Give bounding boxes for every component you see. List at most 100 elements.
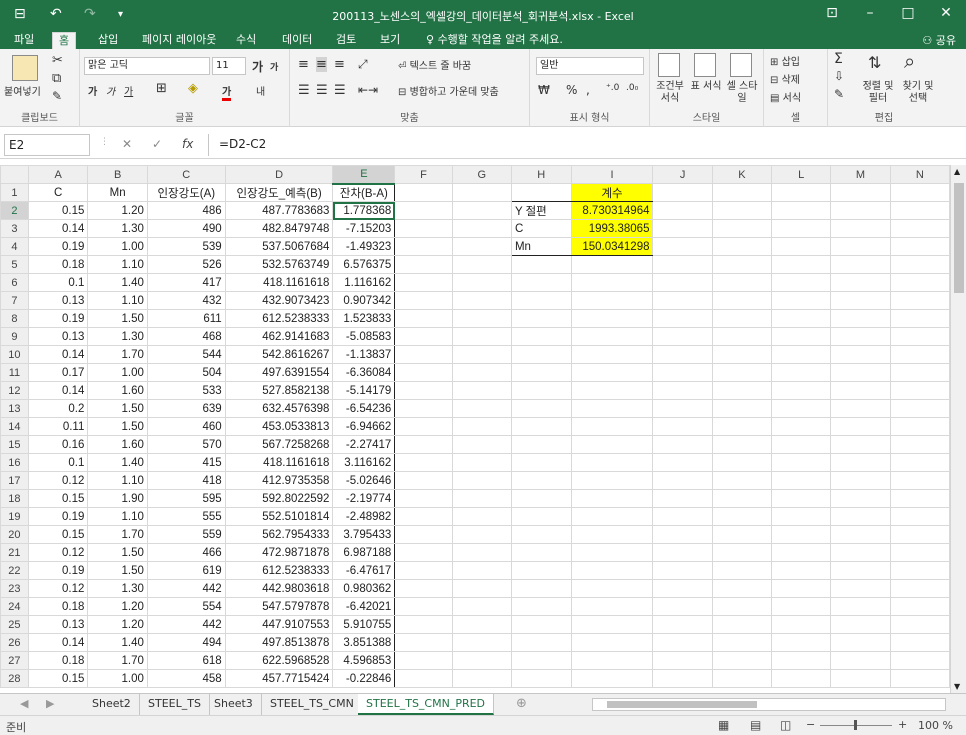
cell[interactable] <box>394 309 453 328</box>
cell[interactable] <box>711 399 773 418</box>
cell[interactable]: 526 <box>146 255 226 274</box>
cell[interactable]: 542.8616267 <box>224 345 334 364</box>
orientation-icon[interactable]: ⤢ <box>358 57 368 72</box>
cell[interactable] <box>711 579 773 598</box>
cell[interactable] <box>394 633 453 652</box>
find-select-icon[interactable]: ⌕ <box>904 49 915 73</box>
cell[interactable] <box>570 597 654 616</box>
cell[interactable]: 0.980362 <box>332 579 396 598</box>
clear-icon[interactable]: ✎ <box>834 87 844 101</box>
conditional-format-label[interactable]: 조건부 서식 <box>652 81 688 105</box>
fill-icon[interactable]: ⇩ <box>834 69 844 83</box>
cell[interactable]: 1.40 <box>87 453 148 472</box>
cell[interactable] <box>830 579 891 598</box>
cell[interactable] <box>451 381 512 400</box>
cell[interactable]: 1.30 <box>87 219 148 238</box>
cell[interactable]: 457.7715424 <box>224 669 334 688</box>
cell[interactable] <box>889 579 950 598</box>
cell[interactable] <box>771 489 832 508</box>
cell[interactable] <box>889 399 950 418</box>
cell[interactable]: 559 <box>146 525 226 544</box>
accounting-icon[interactable]: ₩ <box>538 83 550 97</box>
cell[interactable] <box>510 399 572 418</box>
cell[interactable]: 504 <box>146 363 226 382</box>
cell[interactable]: 544 <box>146 345 226 364</box>
row-header[interactable]: 19 <box>0 507 29 526</box>
delete-cells-button[interactable]: ⊟ 삭제 <box>770 71 800 86</box>
cell[interactable] <box>711 561 773 580</box>
cell[interactable] <box>652 543 713 562</box>
cell[interactable] <box>771 273 832 292</box>
autosum-icon[interactable]: Σ <box>834 51 843 67</box>
cell[interactable]: 1.20 <box>87 597 148 616</box>
cell[interactable] <box>510 327 572 346</box>
cell[interactable]: 417 <box>146 273 226 292</box>
cell[interactable] <box>510 651 572 670</box>
cell[interactable]: 4.596853 <box>332 651 396 670</box>
column-header[interactable]: D <box>224 165 334 184</box>
cell[interactable]: -5.02646 <box>332 471 396 490</box>
cell[interactable] <box>771 669 832 688</box>
cell[interactable] <box>771 435 832 454</box>
cut-icon[interactable]: ✂ <box>52 53 63 68</box>
find-select-label[interactable]: 찾기 및 선택 <box>898 81 938 105</box>
coef-label-cell[interactable]: Y 절편 <box>510 201 572 220</box>
spreadsheet-grid[interactable]: A B C D E F G H I J K L M N 1 C Mn 인장강도(A) 인… <box>0 165 950 693</box>
column-header[interactable]: A <box>27 165 89 184</box>
cell[interactable] <box>394 183 453 202</box>
cell[interactable] <box>394 507 453 526</box>
cell[interactable] <box>771 399 832 418</box>
cell[interactable]: 0.19 <box>27 237 89 256</box>
cell[interactable]: 432.9073423 <box>224 291 334 310</box>
cell[interactable]: 0.907342 <box>332 291 396 310</box>
cell[interactable] <box>394 219 453 238</box>
cell[interactable] <box>652 381 713 400</box>
cell[interactable] <box>394 417 453 436</box>
ribbon-display-options-icon[interactable]: ⊡ <box>812 5 852 21</box>
cell[interactable] <box>510 345 572 364</box>
cell[interactable]: 6.987188 <box>332 543 396 562</box>
column-header[interactable]: C <box>146 165 226 184</box>
tab-view[interactable]: 보기 <box>374 32 406 49</box>
cell[interactable] <box>394 543 453 562</box>
cell[interactable] <box>451 489 512 508</box>
row-header[interactable]: 1 <box>0 183 29 202</box>
cell[interactable] <box>830 273 891 292</box>
cell[interactable] <box>711 453 773 472</box>
cell[interactable] <box>830 543 891 562</box>
cell[interactable]: 494 <box>146 633 226 652</box>
cell[interactable] <box>510 507 572 526</box>
cell[interactable]: 1.50 <box>87 399 148 418</box>
cell[interactable]: 0.15 <box>27 525 89 544</box>
phonetic-icon[interactable]: 내 <box>256 83 265 98</box>
page-layout-view-icon[interactable]: ▤ <box>750 718 761 732</box>
cell[interactable]: 0.2 <box>27 399 89 418</box>
tab-home[interactable]: 홈 <box>52 32 77 49</box>
percent-icon[interactable]: % <box>566 83 577 97</box>
cell[interactable] <box>830 201 891 220</box>
cell[interactable] <box>451 525 512 544</box>
italic-icon[interactable]: 가 <box>106 83 115 98</box>
row-header[interactable]: 4 <box>0 237 29 256</box>
cell[interactable] <box>889 435 950 454</box>
cell[interactable] <box>711 651 773 670</box>
scroll-down-icon[interactable]: ▼ <box>954 682 960 691</box>
insert-cells-button[interactable]: ⊞ 삽입 <box>770 53 800 68</box>
normal-view-icon[interactable]: ▦ <box>718 718 729 732</box>
cell[interactable] <box>510 471 572 490</box>
row-header[interactable]: 3 <box>0 219 29 238</box>
cell[interactable] <box>510 561 572 580</box>
cell[interactable] <box>510 291 572 310</box>
cell[interactable]: 0.17 <box>27 363 89 382</box>
cell[interactable]: 612.5238333 <box>224 561 334 580</box>
cell[interactable] <box>510 417 572 436</box>
zoom-level[interactable]: 100 % <box>918 719 953 732</box>
cell[interactable]: 0.14 <box>27 345 89 364</box>
cell[interactable]: 1.523833 <box>332 309 396 328</box>
cell[interactable]: 1.10 <box>87 255 148 274</box>
minimize-button[interactable]: – <box>850 5 890 21</box>
add-sheet-icon[interactable]: ⊕ <box>508 694 535 715</box>
cell[interactable] <box>711 489 773 508</box>
cell[interactable] <box>889 273 950 292</box>
cell[interactable] <box>830 399 891 418</box>
